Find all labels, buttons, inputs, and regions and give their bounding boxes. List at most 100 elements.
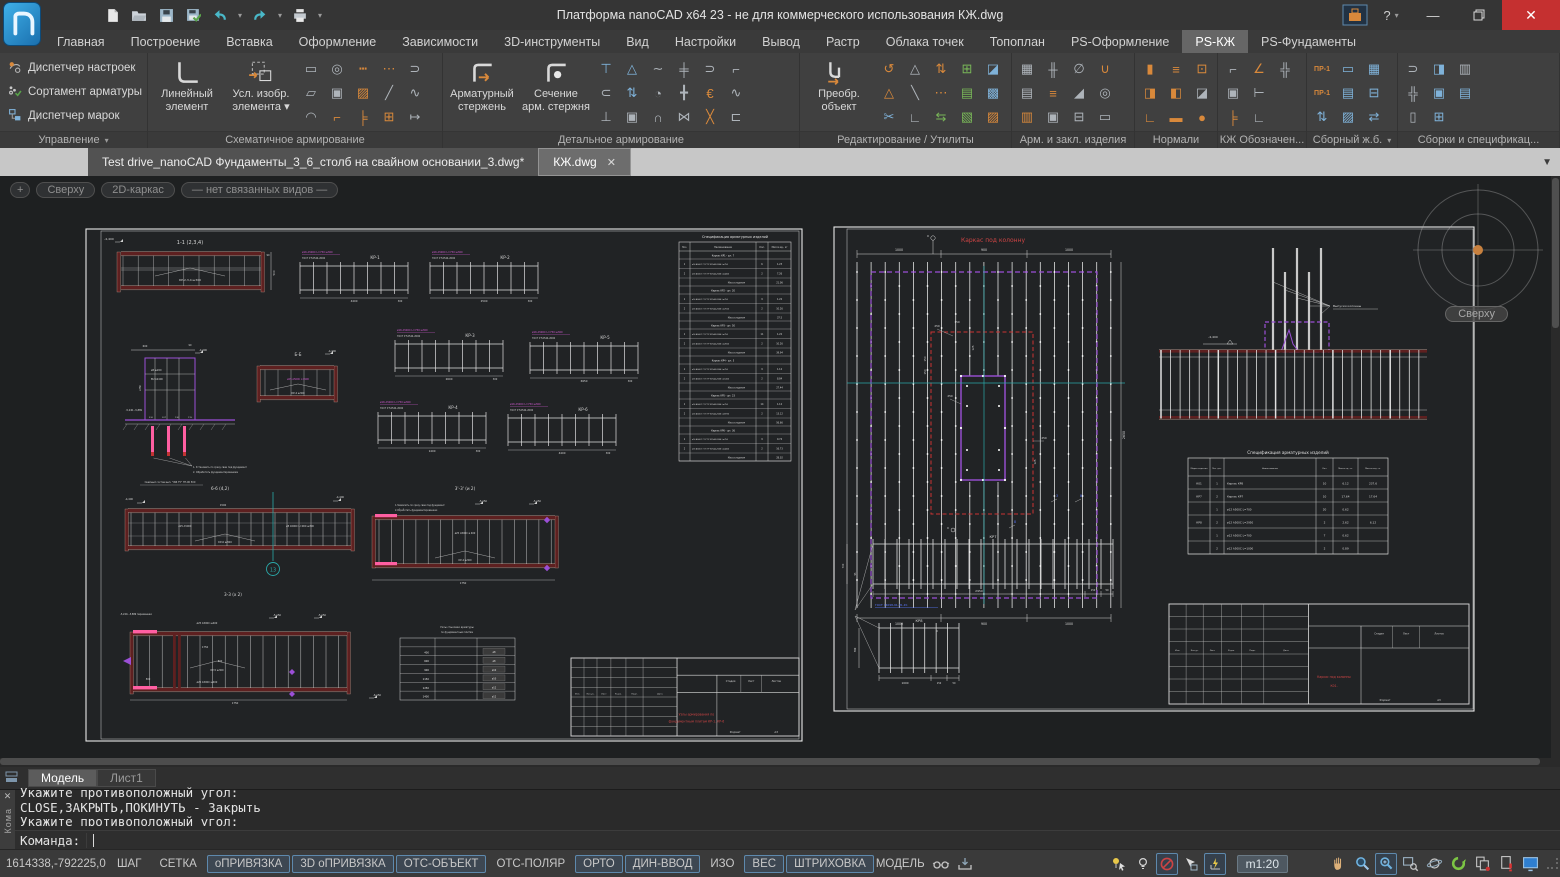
- redo-menu-icon[interactable]: ▾: [275, 11, 285, 20]
- ribbon-tool-icon[interactable]: ⋈: [672, 105, 696, 129]
- ribbon-tool-icon[interactable]: ◎: [1093, 81, 1117, 105]
- status-toggle-оПРИВЯЗКА[interactable]: оПРИВЯЗКА: [207, 855, 291, 873]
- ribbon-tool-icon[interactable]: ⌐: [1221, 57, 1245, 81]
- document-tab[interactable]: КЖ.dwg✕: [538, 148, 631, 176]
- annotation-scale[interactable]: m1:20: [1237, 855, 1288, 873]
- ribbon-tool-icon[interactable]: ◠: [299, 105, 323, 129]
- ribbon-tool-icon[interactable]: ⋯: [929, 81, 953, 105]
- copy-sheet-icon[interactable]: [1471, 853, 1493, 875]
- ribbon-tool-icon[interactable]: ⇄: [1362, 105, 1386, 129]
- ribbon-tool-icon[interactable]: ▤: [1015, 81, 1039, 105]
- ribbon-tab-Облака точек[interactable]: Облака точек: [873, 30, 977, 53]
- spectacles-icon[interactable]: [930, 853, 952, 875]
- ribbon-tool-icon[interactable]: ∿: [724, 81, 748, 105]
- ribbon-tool-icon[interactable]: ▣: [1427, 81, 1451, 105]
- command-input-row[interactable]: Команда:: [15, 830, 1560, 849]
- ribbon-tab-Построение[interactable]: Построение: [118, 30, 214, 53]
- zoom-search-icon[interactable]: [1351, 853, 1373, 875]
- doc-tab-overflow-icon[interactable]: ▼: [1542, 157, 1552, 168]
- ribbon-tab-Оформление[interactable]: Оформление: [286, 30, 390, 53]
- status-toggle-ИЗО[interactable]: ИЗО: [702, 855, 742, 873]
- ribbon-tool-icon[interactable]: ПР-1: [1310, 57, 1334, 81]
- ribbon-tool-icon[interactable]: ◨: [1427, 57, 1451, 81]
- layout-tab-Модель[interactable]: Модель: [28, 769, 97, 787]
- open-file-icon[interactable]: [127, 3, 151, 27]
- save-icon[interactable]: [154, 3, 178, 27]
- layout-tab-Лист1[interactable]: Лист1: [97, 769, 156, 787]
- ribbon-tool-icon[interactable]: ✂: [877, 105, 901, 129]
- ribbon-tab-Растр[interactable]: Растр: [813, 30, 873, 53]
- ribbon-tool-icon[interactable]: ⊟: [1362, 81, 1386, 105]
- ribbon-tab-3D-инструменты[interactable]: 3D-инструменты: [491, 30, 613, 53]
- ribbon-panel-label[interactable]: Схематичное армирование: [148, 131, 442, 148]
- space-mode-label[interactable]: МОДЕЛЬ: [876, 858, 925, 870]
- ribbon-tool-icon[interactable]: ▤: [1336, 81, 1360, 105]
- ribbon-tool-icon[interactable]: ▣: [620, 105, 644, 129]
- ribbon-tool-icon[interactable]: ∟: [1138, 105, 1162, 129]
- ribbon-tool-icon[interactable]: ≡: [1164, 57, 1188, 81]
- lightning-icon[interactable]: [1204, 853, 1226, 875]
- ribbon-tool-icon[interactable]: ∅: [1067, 57, 1091, 81]
- ribbon-tool-icon[interactable]: ⊃: [698, 57, 722, 81]
- ribbon-tab-PS-КЖ[interactable]: PS-КЖ: [1182, 30, 1248, 53]
- tray-icon[interactable]: [954, 853, 976, 875]
- ribbon-tool-icon[interactable]: ⊤: [594, 57, 618, 81]
- document-tab[interactable]: Test drive_nanoCAD Фундаменты_3_6_столб …: [88, 148, 538, 176]
- ribbon-panel-label[interactable]: Редактирование / Утилиты: [800, 131, 1011, 148]
- ribbon-tool-icon[interactable]: €: [698, 81, 722, 105]
- ribbon-tool-icon[interactable]: ⊂: [594, 81, 618, 105]
- ribbon-tool-icon[interactable]: ◔: [646, 81, 670, 105]
- horizontal-scrollbar[interactable]: [0, 758, 1560, 767]
- ribbon-big-button[interactable]: Арматурныйстержень: [446, 55, 518, 129]
- zoom-active-icon[interactable]: [1375, 853, 1397, 875]
- ribbon-tab-Вставка[interactable]: Вставка: [213, 30, 285, 53]
- ribbon-big-button[interactable]: Линейныйэлемент: [151, 55, 223, 129]
- ribbon-tool-icon[interactable]: ⊢: [1247, 81, 1271, 105]
- ribbon-tool-icon[interactable]: ⊥: [594, 105, 618, 129]
- ribbon-tool-icon[interactable]: ∠: [1247, 57, 1271, 81]
- ribbon-list-button[interactable]: Сортамент арматуры: [5, 82, 142, 102]
- nanocad-logo[interactable]: [3, 2, 41, 46]
- ribbon-tool-icon[interactable]: △: [877, 81, 901, 105]
- ribbon-panel-label[interactable]: Детальное армирование: [443, 131, 799, 148]
- nav-view-label[interactable]: Сверху: [1445, 306, 1508, 322]
- ribbon-tool-icon[interactable]: ПР-1: [1310, 81, 1334, 105]
- ribbon-tool-icon[interactable]: ▣: [1041, 105, 1065, 129]
- ribbon-tool-icon[interactable]: ▧: [955, 105, 979, 129]
- help-button[interactable]: ? ▾: [1372, 0, 1410, 30]
- ribbon-tool-icon[interactable]: ⌐: [325, 105, 349, 129]
- status-toggle-3D оПРИВЯЗКА[interactable]: 3D оПРИВЯЗКА: [292, 855, 393, 873]
- ribbon-tool-icon[interactable]: ▣: [325, 81, 349, 105]
- ribbon-panel-label[interactable]: Арм. и закл. изделия: [1012, 131, 1134, 148]
- ribbon-tool-icon[interactable]: ╳: [698, 105, 722, 129]
- ribbon-tool-icon[interactable]: ▣: [1221, 81, 1245, 105]
- ribbon-tab-Настройки[interactable]: Настройки: [662, 30, 749, 53]
- ribbon-tool-icon[interactable]: ▭: [299, 57, 323, 81]
- no-entry-icon[interactable]: [1156, 853, 1178, 875]
- toolbar-customize-icon[interactable]: ▾: [315, 11, 325, 20]
- ribbon-tool-icon[interactable]: ⇆: [929, 105, 953, 129]
- pan-hand-icon[interactable]: [1327, 853, 1349, 875]
- status-toggle-ШТРИХОВКА[interactable]: ШТРИХОВКА: [786, 855, 874, 873]
- ribbon-big-button[interactable]: Преобр.объект: [803, 55, 875, 129]
- ribbon-panel-label[interactable]: Сборный ж.б.▾: [1307, 131, 1397, 148]
- ribbon-tool-icon[interactable]: ⋯: [377, 57, 401, 81]
- ribbon-tool-icon[interactable]: ≡: [1041, 81, 1065, 105]
- close-button[interactable]: ✕: [1502, 0, 1560, 30]
- ribbon-tool-icon[interactable]: ┅: [351, 57, 375, 81]
- ribbon-tab-Главная[interactable]: Главная: [44, 30, 118, 53]
- ribbon-tool-icon[interactable]: ⊃: [1401, 57, 1425, 81]
- ribbon-tool-icon[interactable]: ▮: [1138, 57, 1162, 81]
- zoom-window-icon[interactable]: [1399, 853, 1421, 875]
- redo-icon[interactable]: [248, 3, 272, 27]
- ribbon-tool-icon[interactable]: ╱: [377, 81, 401, 105]
- ribbon-tool-icon[interactable]: ◪: [1190, 81, 1214, 105]
- ribbon-tool-icon[interactable]: ╞: [1221, 105, 1245, 129]
- viewport-pill[interactable]: Сверху: [36, 182, 95, 198]
- status-toggle-ДИН-ВВОД[interactable]: ДИН-ВВОД: [625, 855, 701, 873]
- ribbon-tool-icon[interactable]: ▨: [981, 105, 1005, 129]
- ribbon-tool-icon[interactable]: ╪: [672, 57, 696, 81]
- status-toggle-СЕТКА[interactable]: СЕТКА: [151, 855, 204, 873]
- layout-stack-icon[interactable]: [0, 771, 26, 785]
- ribbon-tool-icon[interactable]: ◢: [1067, 81, 1091, 105]
